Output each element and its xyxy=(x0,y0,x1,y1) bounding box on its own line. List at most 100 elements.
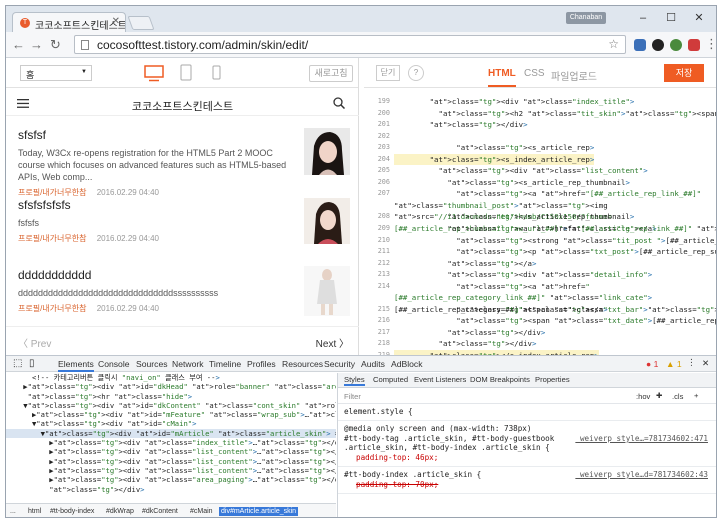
device-mode-icon[interactable]: ▯ xyxy=(29,358,35,369)
forward-icon[interactable]: → xyxy=(30,37,43,53)
devtools-menu-icon[interactable]: ⋮ xyxy=(687,357,696,368)
dom-node[interactable]: ▶"at">class="tg"><div "at">class="list_c… xyxy=(6,457,336,466)
dom-node[interactable]: ▼"at">class="tg"><div "at">id="dkContent… xyxy=(6,401,336,410)
dom-node[interactable]: ▼"at">class="tg"><div "at">id="mArticle"… xyxy=(6,428,336,439)
close-window-icon[interactable]: ✕ xyxy=(690,10,708,26)
css-rule[interactable]: @media only screen and (max-width: 738px… xyxy=(338,421,716,467)
code-line[interactable]: 211 "at">class="tg"><p "at">class="txt_p… xyxy=(364,246,716,258)
code-line[interactable]: 201 "at">class="tg"></div> xyxy=(364,119,716,131)
extension-green-icon[interactable] xyxy=(670,39,682,51)
save-button[interactable]: 저장 xyxy=(664,64,704,82)
dom-node[interactable]: "at">class="tg"><hr "at">class="hide"> xyxy=(6,392,336,401)
dom-node[interactable]: ▶"at">class="tg"><div "at">id="mFeature"… xyxy=(6,410,336,419)
styles-tab-computed[interactable]: Computed xyxy=(373,375,408,384)
dom-node[interactable]: ▶"at">class="tg"><div "at">class="index_… xyxy=(6,438,336,447)
devtools-tab-resources[interactable]: Resources xyxy=(282,359,323,369)
post-category[interactable]: 프로필/내가너무한참 xyxy=(18,188,86,197)
code-line[interactable]: 212 "at">class="tg"></a> xyxy=(364,258,716,270)
add-style-icon[interactable]: + xyxy=(694,391,698,400)
maximize-icon[interactable]: ☐ xyxy=(662,10,680,26)
code-line[interactable]: 214 "at">class="tg"><a "at">href="[##_ar… xyxy=(364,281,716,314)
css-rules[interactable]: element.style {@media only screen and (m… xyxy=(338,404,716,494)
css-rule[interactable]: element.style { xyxy=(338,404,716,421)
browser-tab[interactable]: T 코코소프트스킨테스트 ✕ xyxy=(12,12,126,32)
tab-css[interactable]: CSS xyxy=(524,68,545,79)
address-bar[interactable]: cocosofttest.tistory.com/admin/skin/edit… xyxy=(74,35,626,54)
code-line[interactable]: 205 "at">class="tg"><div "at">class="lis… xyxy=(364,165,716,177)
code-line[interactable]: 206 "at">class="tg"><s_article_rep_thumb… xyxy=(364,177,716,189)
post-thumbnail[interactable] xyxy=(304,128,350,175)
post-item[interactable]: sfsfsfsfsfs fsfsfs 프로필/내가너무한참 2016.02.29… xyxy=(18,198,352,244)
styles-tab-properties[interactable]: Properties xyxy=(535,375,570,384)
styles-tab-styles[interactable]: Styles xyxy=(344,375,365,386)
user-profile-badge[interactable]: Chanaban xyxy=(566,12,606,24)
add-rule-icon[interactable]: ✚ xyxy=(656,391,662,400)
tablet-view-icon[interactable] xyxy=(180,64,192,81)
tab-html[interactable]: HTML xyxy=(488,68,516,87)
help-icon[interactable]: ? xyxy=(408,65,424,81)
post-thumbnail[interactable] xyxy=(304,198,350,244)
breadcrumb-cmain[interactable]: #cMain xyxy=(190,508,213,515)
close-devtools-icon[interactable]: ✕ xyxy=(702,358,709,369)
post-title[interactable]: sfsfsfsfsfs xyxy=(18,198,352,212)
dom-node[interactable]: ▶"at">class="tg"><div "at">class="list_c… xyxy=(6,466,336,475)
extension-badge-icon[interactable] xyxy=(634,39,646,51)
rule-source-link[interactable]: _weiverp_style…d=781734602:43 xyxy=(575,470,708,480)
post-title[interactable]: sfsfsf xyxy=(18,128,352,142)
code-line[interactable]: 215 "at">class="tg"><span "at">class="tx… xyxy=(364,304,716,316)
post-item[interactable]: sfsfsf Today, W3Cx re-opens registration… xyxy=(18,128,352,198)
code-line[interactable]: 218 "at">class="tg"></div> xyxy=(364,338,716,350)
close-button[interactable]: 닫기 xyxy=(376,65,400,81)
dom-node[interactable]: ▼"at">class="tg"><div "at">id="cMain"> xyxy=(6,419,336,428)
code-line[interactable]: 216 "at">class="tg"><span "at">class="tx… xyxy=(364,315,716,327)
code-line[interactable]: 209 "at">class="tg"><a "at">href="[##_ar… xyxy=(364,223,716,235)
page-select[interactable]: 홈 ▼ xyxy=(20,65,92,81)
post-category[interactable]: 프로필/내가너무한참 xyxy=(18,304,86,313)
rule-property[interactable]: padding-top: 70px; xyxy=(344,480,710,490)
dom-node[interactable]: ▶"at">class="tg"><div "at">id="dkHead" "… xyxy=(6,382,336,391)
code-line[interactable]: 204 "at">class="tg"><s_index_article_rep… xyxy=(364,153,716,166)
warning-count-badge[interactable]: ▲ 1 xyxy=(666,359,682,369)
extension-dark-icon[interactable] xyxy=(652,39,664,51)
prev-page-link[interactable]: 〈 Prev xyxy=(18,335,51,350)
breadcrumb-ellipsis[interactable]: ... xyxy=(10,508,16,515)
css-rule[interactable]: _weiverp_style…d=781734602:43 #tt-body-in… xyxy=(338,467,716,494)
dom-tree[interactable]: <!-- 카테고리버튼 클릭시 "navi_on" 클래스 부여 --> ▶"a… xyxy=(6,373,336,503)
devtools-tab-profiles[interactable]: Profiles xyxy=(247,359,276,369)
code-line[interactable]: 208 "at">class="tg"></s_article_rep_thum… xyxy=(364,211,716,223)
devtools-tab-security[interactable]: Security xyxy=(324,359,355,369)
rule-source-link[interactable]: _weiverp_style…=781734602:471 xyxy=(575,434,708,444)
devtools-tab-console[interactable]: Console xyxy=(98,359,130,369)
post-category[interactable]: 프로필/내가너무한참 xyxy=(18,234,86,243)
devtools-tab-adblock[interactable]: AdBlock xyxy=(391,359,423,369)
dom-node[interactable]: "at">class="tg"></div> xyxy=(6,485,336,494)
code-line[interactable]: 199 "at">class="tg"><div "at">class="ind… xyxy=(364,96,716,108)
dom-node[interactable]: ▶"at">class="tg"><div "at">class="list_c… xyxy=(6,447,336,456)
close-tab-icon[interactable]: ✕ xyxy=(112,16,120,27)
breadcrumb-dkwrap[interactable]: #dkWrap xyxy=(106,508,134,515)
refresh-preview-button[interactable]: 새로고침 xyxy=(309,65,353,82)
minimize-icon[interactable]: – xyxy=(634,10,652,26)
back-icon[interactable]: ← xyxy=(12,37,25,53)
menu-icon[interactable]: ⋮ xyxy=(705,36,716,52)
breadcrumb-html[interactable]: html xyxy=(28,508,41,515)
post-item[interactable]: ddddddddddd dddddddddddddddddddddddddddd… xyxy=(18,266,352,316)
mobile-view-icon[interactable] xyxy=(212,65,221,80)
hover-state-toggle[interactable]: :hov xyxy=(636,392,650,401)
bookmark-star-icon[interactable]: ☆ xyxy=(608,37,619,51)
devtools-tab-sources[interactable]: Sources xyxy=(136,359,168,369)
new-tab-button[interactable] xyxy=(127,16,155,30)
breadcrumb-marticle[interactable]: div#mArticle.article_skin xyxy=(219,507,299,516)
post-thumbnail[interactable] xyxy=(304,266,350,316)
styles-filter-input[interactable]: Filter xyxy=(344,392,361,401)
tab-file-upload[interactable]: 파일업로드 xyxy=(551,68,597,83)
styles-tab-event-listeners[interactable]: Event Listeners xyxy=(414,375,466,384)
adblock-icon[interactable] xyxy=(688,39,700,51)
search-icon[interactable] xyxy=(333,97,345,109)
breadcrumb-body[interactable]: #tt-body-index xyxy=(50,508,94,515)
reload-icon[interactable]: ↻ xyxy=(50,37,61,53)
code-line[interactable]: 217 "at">class="tg"></div> xyxy=(364,327,716,339)
code-line[interactable]: 200 "at">class="tg"><h2 "at">class="tit_… xyxy=(364,108,716,120)
devtools-tab-audits[interactable]: Audits xyxy=(361,359,385,369)
code-line[interactable]: 202 xyxy=(364,131,716,143)
